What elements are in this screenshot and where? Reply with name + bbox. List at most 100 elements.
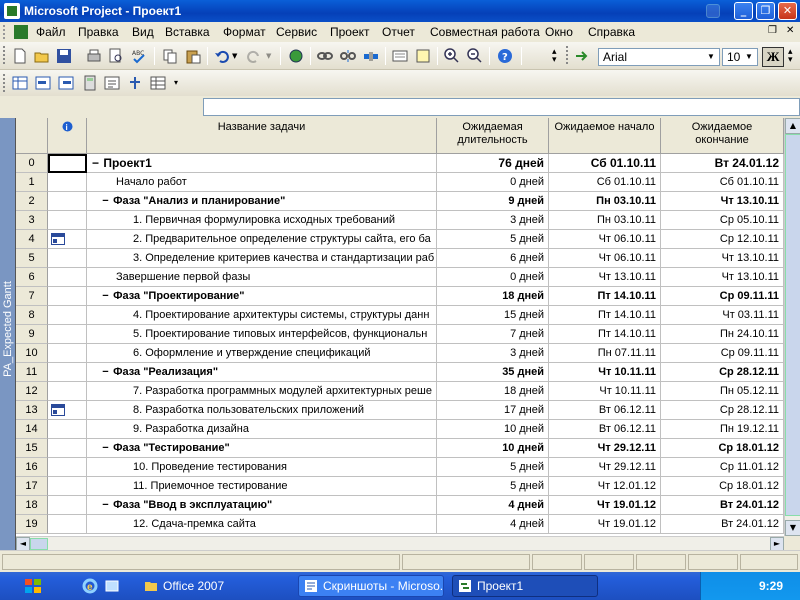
table-row[interactable]: 16 10. Проведение тестирования 5 дней Чт 29… (16, 458, 784, 477)
task-name-cell[interactable]: − Фаза "Ввод в эксплуатацию" (87, 496, 437, 515)
finish-cell[interactable]: Вт 24.01.12 (661, 515, 784, 534)
task-project1[interactable]: Проект1 (452, 575, 598, 597)
network-diagram-icon[interactable] (127, 75, 143, 91)
start-cell[interactable]: Чт 13.10.11 (549, 268, 661, 287)
duration-cell[interactable]: 3 дней (437, 344, 549, 363)
menu-file[interactable]: Файл (36, 25, 66, 39)
collapse-toggle-icon[interactable]: − (101, 439, 110, 457)
internet-explorer-icon[interactable]: e (82, 578, 98, 594)
finish-cell[interactable]: Ср 09.11.11 (661, 344, 784, 363)
font-dropdown-icon[interactable]: ▼ (704, 50, 718, 64)
row-id[interactable]: 4 (16, 230, 48, 249)
duration-cell[interactable]: 5 дней (437, 458, 549, 477)
start-cell[interactable]: Вт 06.12.11 (549, 420, 661, 439)
indicator-cell[interactable] (48, 173, 87, 192)
task-name-cell[interactable]: − Фаза "Проектирование" (87, 287, 437, 306)
table-row[interactable]: 6 Завершение первой фазы 0 дней Чт 13.10.11… (16, 268, 784, 287)
menu-collaborate[interactable]: Совместная работа (430, 25, 540, 39)
start-cell[interactable]: Чт 06.10.11 (549, 249, 661, 268)
table-row[interactable]: 0− Проект1 76 дней Сб 01.10.11 Вт 24.01.12 (16, 154, 784, 173)
start-cell[interactable]: Сб 01.10.11 (549, 154, 661, 173)
finish-cell[interactable]: Чт 13.10.11 (661, 249, 784, 268)
task-screenshots-word[interactable]: Скриншоты - Microso... (298, 575, 444, 597)
font-size-dropdown-icon[interactable]: ▼ (742, 50, 756, 64)
finish-cell[interactable]: Чт 03.11.11 (661, 306, 784, 325)
header-task-name[interactable]: Название задачи (87, 118, 437, 154)
duration-cell[interactable]: 35 дней (437, 363, 549, 382)
start-cell[interactable]: Пт 14.10.11 (549, 287, 661, 306)
task-name-cell[interactable]: 7. Разработка программных модулей архите… (87, 382, 437, 401)
row-id[interactable]: 11 (16, 363, 48, 382)
indicator-cell[interactable] (48, 154, 87, 173)
task-name-cell[interactable]: Начало работ (87, 173, 437, 192)
task-name-cell[interactable]: 10. Проведение тестирования (87, 458, 437, 477)
finish-cell[interactable]: Ср 28.12.11 (661, 401, 784, 420)
duration-cell[interactable]: 7 дней (437, 325, 549, 344)
task-note-indicator-icon[interactable] (51, 404, 65, 416)
task-name-cell[interactable]: 3. Определение критериев качества и стан… (87, 249, 437, 268)
close-button[interactable]: ✕ (778, 2, 797, 20)
start-cell[interactable]: Чт 29.12.11 (549, 439, 661, 458)
start-cell[interactable]: Чт 12.01.12 (549, 477, 661, 496)
start-cell[interactable]: Чт 06.10.11 (549, 230, 661, 249)
duration-cell[interactable]: 15 дней (437, 306, 549, 325)
bold-button[interactable]: Ж (762, 47, 784, 67)
row-id[interactable]: 7 (16, 287, 48, 306)
duration-cell[interactable]: 3 дней (437, 211, 549, 230)
duration-cell[interactable]: 18 дней (437, 382, 549, 401)
task-note-indicator-icon[interactable] (51, 233, 65, 245)
minimize-button[interactable]: _ (734, 2, 753, 20)
task-name-cell[interactable]: 6. Оформление и утверждение спецификаций (87, 344, 437, 363)
start-cell[interactable]: Пт 14.10.11 (549, 325, 661, 344)
row-id[interactable]: 13 (16, 401, 48, 420)
finish-cell[interactable]: Ср 28.12.11 (661, 363, 784, 382)
task-notes-icon[interactable] (415, 48, 431, 64)
row-id[interactable]: 16 (16, 458, 48, 477)
scroll-down-icon[interactable]: ▼ (785, 520, 800, 536)
horizontal-scrollbar[interactable]: ◄ ► (16, 536, 784, 551)
indicator-cell[interactable] (48, 268, 87, 287)
help-icon[interactable]: ? (497, 48, 513, 64)
task-name-cell[interactable]: 8. Разработка пользовательских приложени… (87, 401, 437, 420)
indicator-cell[interactable] (48, 192, 87, 211)
table-row[interactable]: 14 9. Разработка дизайна 10 дней Вт 06.12.1… (16, 420, 784, 439)
table-row[interactable]: 5 3. Определение критериев качества и ста… (16, 249, 784, 268)
task-name-cell[interactable]: − Проект1 (87, 154, 437, 173)
duration-cell[interactable]: 5 дней (437, 230, 549, 249)
unlink-tasks-icon[interactable] (340, 48, 356, 64)
split-task-icon[interactable] (363, 48, 379, 64)
task-name-cell[interactable]: 5. Проектирование типовых интерфейсов, ф… (87, 325, 437, 344)
duration-cell[interactable]: 9 дней (437, 192, 549, 211)
row-id[interactable]: 18 (16, 496, 48, 515)
row-id[interactable]: 1 (16, 173, 48, 192)
task-name-cell[interactable]: − Фаза "Тестирование" (87, 439, 437, 458)
task-info-icon[interactable] (392, 48, 408, 64)
scroll-thumb[interactable] (785, 134, 800, 516)
task-name-cell[interactable]: 4. Проектирование архитектуры системы, с… (87, 306, 437, 325)
duration-cell[interactable]: 18 дней (437, 287, 549, 306)
start-cell[interactable]: Пт 14.10.11 (549, 306, 661, 325)
copy-icon[interactable] (162, 48, 178, 64)
table-row[interactable]: 17 11. Приемочное тестирование 5 дней Чт 12… (16, 477, 784, 496)
table-row[interactable]: 2− Фаза "Анализ и планирование" 9 дней Пн … (16, 192, 784, 211)
row-id[interactable]: 14 (16, 420, 48, 439)
table-row[interactable]: 8 4. Проектирование архитектуры системы, … (16, 306, 784, 325)
zoom-in-icon[interactable] (444, 48, 460, 64)
table-row[interactable]: 12 7. Разработка программных модулей архи… (16, 382, 784, 401)
collapse-toggle-icon[interactable]: − (91, 154, 100, 172)
start-cell[interactable]: Чт 10.11.11 (549, 382, 661, 401)
duration-table-icon[interactable] (12, 75, 28, 91)
finish-cell[interactable]: Пн 19.12.11 (661, 420, 784, 439)
indicator-cell[interactable] (48, 515, 87, 534)
start-cell[interactable]: Чт 19.01.12 (549, 496, 661, 515)
row-id[interactable]: 15 (16, 439, 48, 458)
link-tasks-icon[interactable] (317, 48, 333, 64)
scroll-left-icon[interactable]: ◄ (16, 537, 30, 551)
indicator-cell[interactable] (48, 496, 87, 515)
indicator-cell[interactable] (48, 363, 87, 382)
font-combo[interactable]: Arial ▼ (598, 48, 720, 66)
task-name-cell[interactable]: 1. Первичная формулировка исходных требо… (87, 211, 437, 230)
optimistic-gantt-icon[interactable] (35, 75, 51, 91)
finish-cell[interactable]: Пн 24.10.11 (661, 325, 784, 344)
restore-doc-icon[interactable]: ❐ (768, 25, 777, 36)
